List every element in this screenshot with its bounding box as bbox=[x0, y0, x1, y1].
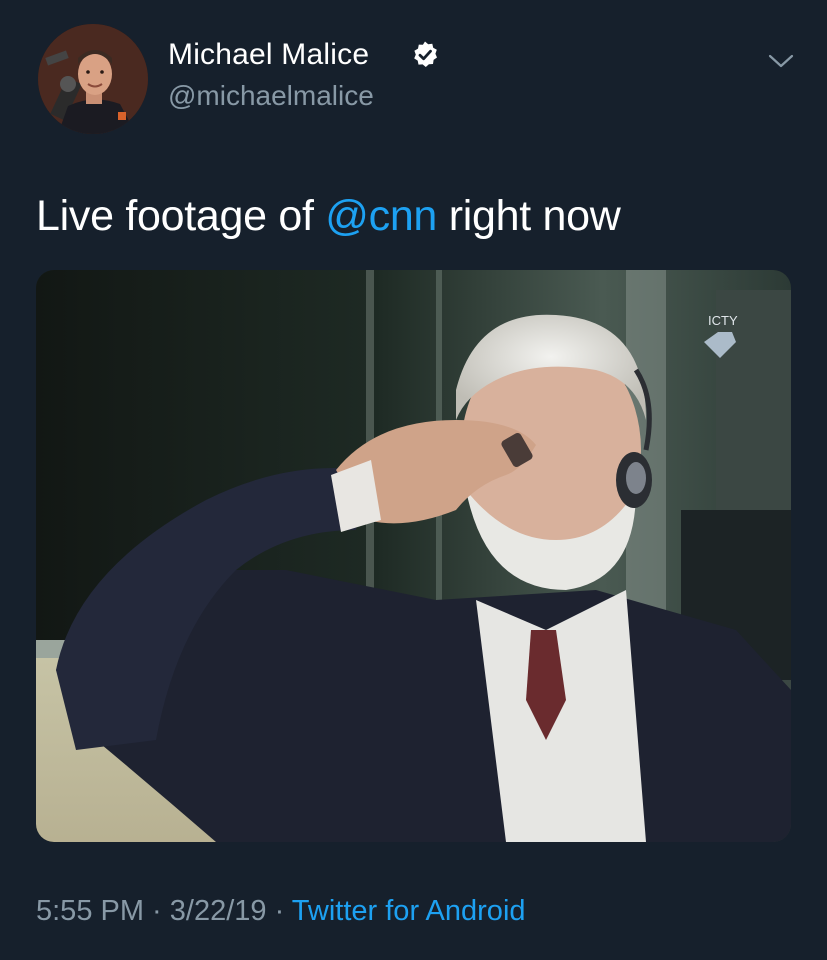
tweet-text-before: Live footage of bbox=[36, 192, 326, 240]
avatar-photo bbox=[38, 24, 148, 134]
verified-badge-icon bbox=[410, 40, 440, 70]
tweet-meta: 5:55 PM · 3/22/19 · Twitter for Android bbox=[36, 895, 526, 928]
watermark-text: ICTY bbox=[708, 313, 738, 328]
meta-separator: · bbox=[144, 895, 170, 927]
author-name[interactable]: Michael Malice bbox=[168, 38, 369, 72]
author-handle[interactable]: @michaelmalice bbox=[168, 80, 374, 112]
chevron-down-icon[interactable] bbox=[764, 48, 798, 74]
tweet-text-after: right now bbox=[437, 192, 621, 240]
media-scene: ICTY bbox=[36, 270, 791, 842]
avatar[interactable] bbox=[38, 24, 148, 134]
tweet-date[interactable]: 3/22/19 bbox=[170, 895, 267, 927]
tweet-media-image[interactable]: ICTY bbox=[36, 270, 791, 842]
tweet-source-link[interactable]: Twitter for Android bbox=[292, 895, 526, 927]
mention-link[interactable]: @cnn bbox=[325, 192, 437, 240]
tweet-text: Live footage of @cnn right now bbox=[36, 192, 621, 241]
tweet-time[interactable]: 5:55 PM bbox=[36, 895, 144, 927]
meta-separator: · bbox=[266, 895, 292, 927]
tweet-card: Michael Malice @michaelmalice Live foota… bbox=[0, 0, 827, 960]
